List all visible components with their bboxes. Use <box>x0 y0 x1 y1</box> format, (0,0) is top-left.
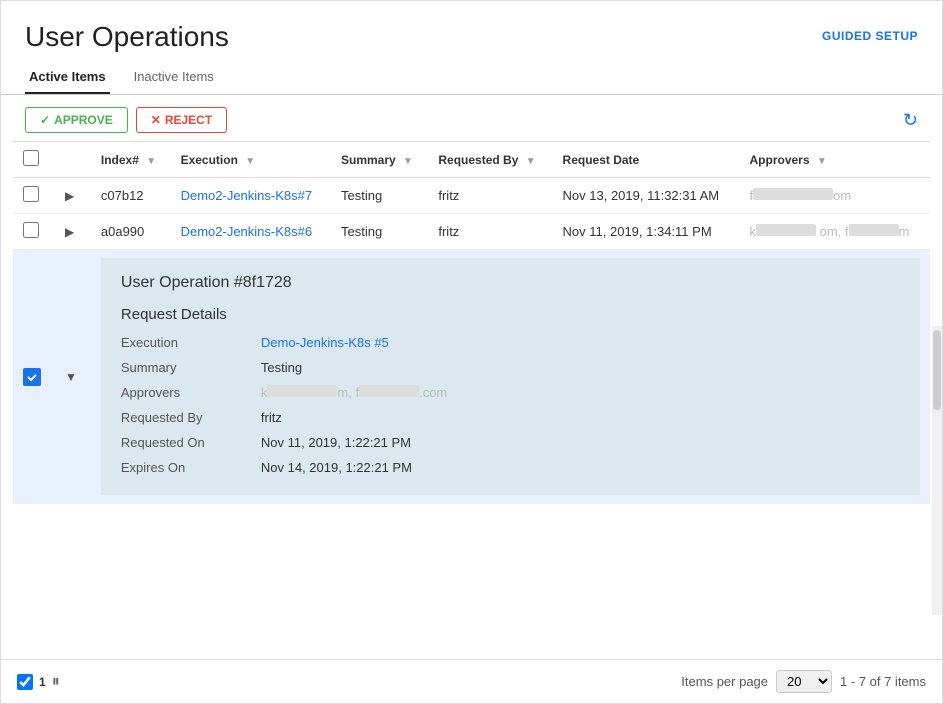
table-header-row: Index# ▼ Execution ▼ Summary ▼ Requested… <box>13 142 930 178</box>
row-checkbox[interactable] <box>23 186 39 202</box>
col-request-date: Request Date <box>553 142 740 178</box>
checkmark-icon: ✓ <box>40 113 50 127</box>
row-expander-cell: ▶ <box>51 178 91 214</box>
approve-button[interactable]: ✓ APPROVE <box>25 107 128 133</box>
expanded-header: User Operation #8f1728 <box>121 274 900 292</box>
table-row: ▶ a0a990 Demo2-Jenkins-K8s#6 Testing fri… <box>13 214 930 250</box>
table-row-expanded: ▼ User Operation #8f1728 Request Details… <box>13 250 930 504</box>
sort-index-icon[interactable]: ▼ <box>146 156 156 167</box>
row-expand-button[interactable]: ▶ <box>61 223 78 241</box>
row-execution-link[interactable]: Demo2-Jenkins-K8s#7 <box>181 188 313 203</box>
expanded-detail-cell: User Operation #8f1728 Request Details E… <box>91 250 930 504</box>
row-expander-cell: ▶ <box>51 214 91 250</box>
items-table: Index# ▼ Execution ▼ Summary ▼ Requested… <box>13 141 930 504</box>
footer-checked-count: 1 <box>39 675 46 689</box>
table-row: ▶ c07b12 Demo2-Jenkins-K8s#7 Testing fri… <box>13 178 930 214</box>
detail-value-approvers: km, f.com <box>261 385 900 400</box>
col-summary: Summary ▼ <box>331 142 428 178</box>
footer: 1 ⏸ Items per page 20 50 100 1 - 7 of 7 … <box>1 659 942 703</box>
tabs-container: Active Items Inactive Items <box>1 61 942 95</box>
scrollbar[interactable] <box>932 326 942 615</box>
row-summary: Testing <box>331 214 428 250</box>
footer-right: Items per page 20 50 100 1 - 7 of 7 item… <box>681 670 926 693</box>
detail-value-expires-on: Nov 14, 2019, 1:22:21 PM <box>261 460 900 475</box>
row-summary: Testing <box>331 178 428 214</box>
detail-label-expires-on: Expires On <box>121 460 261 475</box>
row-checkbox-cell <box>13 250 51 504</box>
toolbar-actions: ✓ APPROVE ✕ REJECT <box>25 107 227 133</box>
row-collapse-button[interactable]: ▼ <box>61 368 81 386</box>
row-requested-by: fritz <box>428 214 552 250</box>
expanded-detail: User Operation #8f1728 Request Details E… <box>101 258 920 495</box>
row-execution: Demo2-Jenkins-K8s#7 <box>171 178 331 214</box>
detail-value-execution: Demo-Jenkins-K8s #5 <box>261 335 900 350</box>
page-title: User Operations <box>25 21 229 53</box>
sort-summary-icon[interactable]: ▼ <box>403 156 413 167</box>
row-checkbox-cell <box>13 214 51 250</box>
detail-value-requested-on: Nov 11, 2019, 1:22:21 PM <box>261 435 900 450</box>
col-approvers: Approvers ▼ <box>740 142 931 178</box>
row-index: c07b12 <box>91 178 171 214</box>
table-container: Index# ▼ Execution ▼ Summary ▼ Requested… <box>1 141 942 659</box>
refresh-button[interactable]: ↻ <box>903 110 918 131</box>
tab-active-items[interactable]: Active Items <box>25 61 110 94</box>
per-page-select[interactable]: 20 50 100 <box>776 670 832 693</box>
row-approvers: k om, fm <box>740 214 931 250</box>
row-collapse-cell: ▼ <box>51 250 91 504</box>
detail-label-summary: Summary <box>121 360 261 375</box>
row-checked-indicator[interactable] <box>23 368 41 386</box>
detail-section-title: Request Details <box>121 306 900 323</box>
select-all-checkbox[interactable] <box>23 150 39 166</box>
col-execution: Execution ▼ <box>171 142 331 178</box>
toolbar: ✓ APPROVE ✕ REJECT ↻ <box>1 95 942 141</box>
sort-requested-by-icon[interactable]: ▼ <box>526 156 536 167</box>
select-all-col <box>13 142 51 178</box>
refresh-icon: ↻ <box>903 110 918 130</box>
row-execution: Demo2-Jenkins-K8s#6 <box>171 214 331 250</box>
col-index: Index# ▼ <box>91 142 171 178</box>
tab-inactive-items[interactable]: Inactive Items <box>130 61 218 94</box>
row-expand-button[interactable]: ▶ <box>61 187 78 205</box>
header: User Operations GUIDED SETUP <box>1 1 942 61</box>
expanded-title: User Operation #8f1728 <box>121 274 292 292</box>
main-page: User Operations GUIDED SETUP Active Item… <box>0 0 943 704</box>
reject-button[interactable]: ✕ REJECT <box>136 107 227 133</box>
row-request-date: Nov 13, 2019, 11:32:31 AM <box>553 178 740 214</box>
row-checkbox-cell <box>13 178 51 214</box>
footer-pause-icon[interactable]: ⏸ <box>52 673 60 691</box>
expander-col-header <box>51 142 91 178</box>
sort-approvers-icon[interactable]: ▼ <box>817 156 827 167</box>
detail-value-summary: Testing <box>261 360 900 375</box>
sort-execution-icon[interactable]: ▼ <box>245 156 255 167</box>
row-approvers: fom <box>740 178 931 214</box>
row-request-date: Nov 11, 2019, 1:34:11 PM <box>553 214 740 250</box>
guided-setup-link[interactable]: GUIDED SETUP <box>822 29 918 43</box>
detail-label-requested-by: Requested By <box>121 410 261 425</box>
scrollbar-thumb[interactable] <box>933 330 941 410</box>
detail-value-requested-by: fritz <box>261 410 900 425</box>
row-checkbox[interactable] <box>23 222 39 238</box>
footer-select-checkbox[interactable] <box>17 674 33 690</box>
detail-label-approvers: Approvers <box>121 385 261 400</box>
footer-left: 1 ⏸ <box>17 673 60 691</box>
cross-icon: ✕ <box>151 113 161 127</box>
pagination-info: 1 - 7 of 7 items <box>840 674 926 689</box>
detail-grid: Execution Demo-Jenkins-K8s #5 Summary Te… <box>121 335 900 475</box>
row-index: a0a990 <box>91 214 171 250</box>
detail-label-execution: Execution <box>121 335 261 350</box>
checkmark-svg <box>26 371 38 383</box>
detail-execution-link[interactable]: Demo-Jenkins-K8s #5 <box>261 335 389 350</box>
row-requested-by: fritz <box>428 178 552 214</box>
items-per-page-label: Items per page <box>681 674 768 689</box>
col-requested-by: Requested By ▼ <box>428 142 552 178</box>
row-execution-link[interactable]: Demo2-Jenkins-K8s#6 <box>181 224 313 239</box>
detail-label-requested-on: Requested On <box>121 435 261 450</box>
